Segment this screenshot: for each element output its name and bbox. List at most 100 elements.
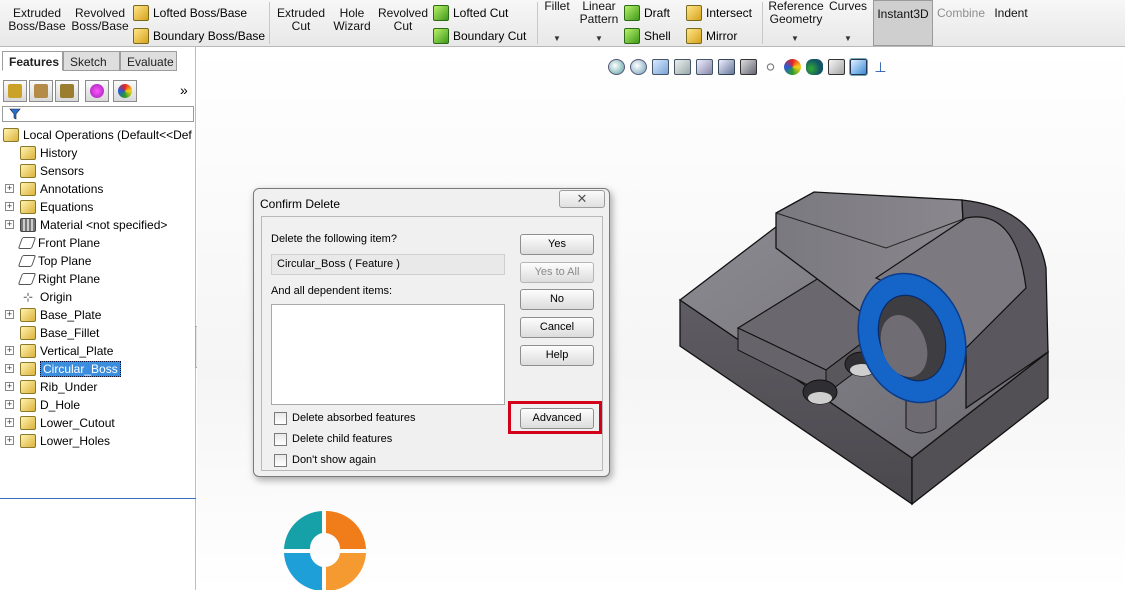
extruded-cut-button[interactable]: Extruded Cut bbox=[272, 7, 330, 33]
delete-absorbed-checkbox[interactable]: Delete absorbed features bbox=[274, 411, 416, 425]
revolved-boss-button[interactable]: Revolved Boss/Base bbox=[71, 7, 129, 33]
expand-toggle-icon[interactable]: + bbox=[5, 436, 14, 445]
tree-root-part[interactable]: Local Operations (Default<<Def bbox=[3, 126, 192, 144]
yes-to-all-button[interactable]: Yes to All bbox=[520, 262, 594, 283]
tree-item[interactable]: Base_Fillet bbox=[20, 324, 99, 342]
expand-toggle-icon[interactable]: + bbox=[5, 202, 14, 211]
tree-end-rollback-bar[interactable] bbox=[0, 498, 196, 499]
tree-item[interactable]: Rib_Under bbox=[20, 378, 97, 396]
expand-toggle-icon[interactable]: + bbox=[5, 310, 14, 319]
part-model-render[interactable] bbox=[676, 188, 1106, 518]
lofted-boss-button[interactable]: Lofted Boss/Base bbox=[133, 4, 247, 22]
extrude-feature-icon bbox=[20, 344, 36, 358]
tree-item[interactable]: Material <not specified> bbox=[20, 216, 167, 234]
feature-manager-icon bbox=[8, 84, 22, 98]
expand-toggle-icon[interactable]: + bbox=[5, 364, 14, 373]
draft-button[interactable]: Draft bbox=[624, 4, 670, 22]
hole-wizard-button[interactable]: Hole Wizard bbox=[326, 7, 378, 33]
checkbox-box[interactable] bbox=[274, 453, 287, 467]
expand-toggle-icon[interactable]: + bbox=[5, 382, 14, 391]
checkbox-box[interactable] bbox=[274, 411, 287, 425]
edit-appearance-icon[interactable] bbox=[784, 59, 801, 75]
tree-item[interactable]: Top Plane bbox=[17, 252, 92, 270]
material-icon bbox=[20, 218, 36, 232]
expand-toggle-icon[interactable]: + bbox=[5, 418, 14, 427]
lofted-cut-button[interactable]: Lofted Cut bbox=[433, 4, 508, 22]
delete-child-checkbox[interactable]: Delete child features bbox=[274, 432, 392, 446]
tree-item[interactable]: Annotations bbox=[20, 180, 103, 198]
delete-absorbed-label: Delete absorbed features bbox=[292, 412, 416, 424]
checkbox-box[interactable] bbox=[274, 432, 287, 446]
tree-item[interactable]: History bbox=[20, 144, 77, 162]
tree-item[interactable]: Base_Plate bbox=[20, 306, 101, 324]
no-button[interactable]: No bbox=[520, 289, 594, 310]
view-cube-icon[interactable] bbox=[849, 58, 868, 76]
tree-item[interactable]: Front Plane bbox=[17, 234, 100, 252]
cancel-button[interactable]: Cancel bbox=[520, 317, 594, 338]
revolved-cut-button[interactable]: Revolved Cut bbox=[375, 7, 431, 33]
tree-filter-input[interactable] bbox=[2, 106, 194, 122]
tree-item[interactable]: Vertical_Plate bbox=[20, 342, 113, 360]
shell-button[interactable]: Shell bbox=[624, 27, 671, 45]
yes-button[interactable]: Yes bbox=[520, 234, 594, 255]
expand-toggle-icon[interactable]: + bbox=[5, 400, 14, 409]
origin-icon: ⊹ bbox=[22, 290, 34, 304]
close-icon[interactable]: ✕ bbox=[559, 190, 605, 208]
boundary-boss-button[interactable]: Boundary Boss/Base bbox=[133, 27, 265, 45]
view-orientation-icon[interactable] bbox=[718, 59, 735, 75]
dependent-items-list[interactable] bbox=[271, 304, 505, 405]
fillet-dropdown-icon[interactable]: ▼ bbox=[553, 34, 561, 43]
tab-sketch[interactable]: Sketch bbox=[63, 51, 120, 71]
zoom-to-area-icon[interactable] bbox=[630, 59, 647, 75]
boundary-cut-button[interactable]: Boundary Cut bbox=[433, 27, 526, 45]
instant3d-button[interactable]: Instant3D bbox=[873, 0, 933, 46]
dimxpert-manager-tab-button[interactable] bbox=[85, 80, 109, 102]
tree-item[interactable]: Circular_Boss bbox=[20, 360, 121, 378]
expand-toggle-icon[interactable]: + bbox=[5, 346, 14, 355]
linear-pattern-dropdown-icon[interactable]: ▼ bbox=[595, 34, 603, 43]
configuration-manager-tab-button[interactable] bbox=[55, 80, 79, 102]
reference-geometry-dropdown-icon[interactable]: ▼ bbox=[791, 34, 799, 43]
tree-item-label: Top Plane bbox=[38, 254, 92, 268]
property-manager-tab-button[interactable] bbox=[29, 80, 53, 102]
tree-item[interactable]: Right Plane bbox=[17, 270, 100, 288]
section-view-icon[interactable] bbox=[674, 59, 691, 75]
tree-item-label: Equations bbox=[40, 200, 94, 214]
curves-button[interactable]: Curves bbox=[828, 0, 868, 13]
tree-item[interactable]: Equations bbox=[20, 198, 93, 216]
apply-scene-icon[interactable] bbox=[806, 59, 823, 75]
tree-item[interactable]: Lower_Cutout bbox=[20, 414, 115, 432]
view-settings-icon[interactable] bbox=[828, 59, 845, 75]
expand-toggle-icon[interactable]: + bbox=[5, 184, 14, 193]
display-style-icon[interactable] bbox=[740, 59, 757, 75]
hide-show-items-icon[interactable] bbox=[762, 59, 779, 75]
indent-button[interactable]: Indent bbox=[990, 7, 1032, 20]
tree-item[interactable]: Sensors bbox=[20, 162, 84, 180]
fillet-button[interactable]: Fillet bbox=[542, 0, 572, 13]
extruded-boss-button[interactable]: Extruded Boss/Base bbox=[8, 7, 66, 33]
tree-item[interactable]: Lower_Holes bbox=[20, 432, 110, 450]
curves-dropdown-icon[interactable]: ▼ bbox=[844, 34, 852, 43]
expand-panel-icon[interactable]: » bbox=[180, 82, 188, 98]
tree-item-label: Sensors bbox=[40, 164, 85, 178]
triad-icon[interactable]: ⊥ bbox=[872, 59, 889, 75]
boundary-cut-icon bbox=[433, 28, 449, 44]
expand-toggle-icon[interactable]: + bbox=[5, 220, 14, 229]
feature-manager-tab-button[interactable] bbox=[3, 80, 27, 102]
mirror-button[interactable]: Mirror bbox=[686, 27, 737, 45]
tab-evaluate[interactable]: Evaluate bbox=[120, 51, 177, 71]
dynamic-annotation-views-icon[interactable] bbox=[696, 59, 713, 75]
combine-button[interactable]: Combine bbox=[936, 7, 986, 20]
intersect-button[interactable]: Intersect bbox=[686, 4, 752, 22]
zoom-to-fit-icon[interactable] bbox=[608, 59, 625, 75]
tree-item[interactable]: D_Hole bbox=[20, 396, 80, 414]
shell-label: Shell bbox=[644, 29, 671, 43]
tree-item[interactable]: ⊹ Origin bbox=[20, 288, 72, 306]
linear-pattern-button[interactable]: Linear Pattern bbox=[577, 0, 621, 26]
dont-show-again-checkbox[interactable]: Don't show again bbox=[274, 453, 376, 467]
tab-features[interactable]: Features bbox=[2, 51, 63, 71]
reference-geometry-button[interactable]: Reference Geometry bbox=[766, 0, 826, 26]
help-button[interactable]: Help bbox=[520, 345, 594, 366]
previous-view-icon[interactable] bbox=[652, 59, 669, 75]
display-manager-tab-button[interactable] bbox=[113, 80, 137, 102]
